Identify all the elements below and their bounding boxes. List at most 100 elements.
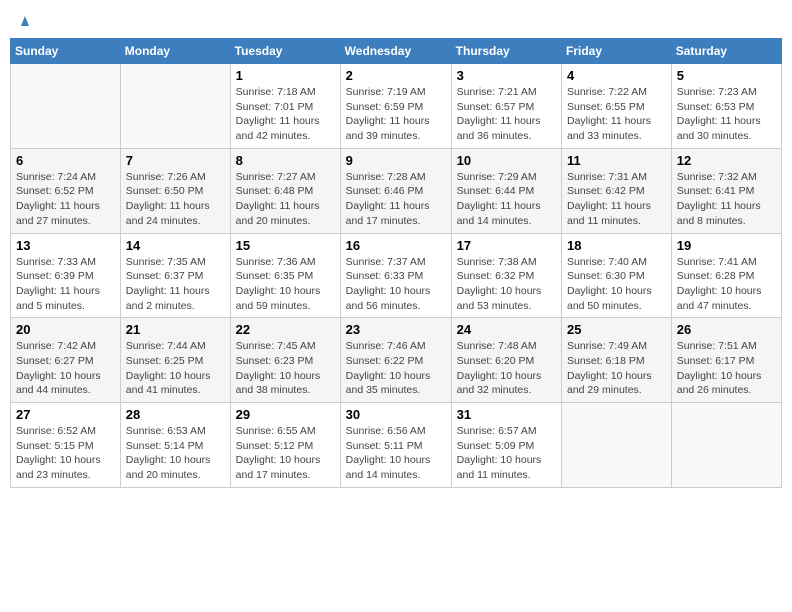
weekday-header-row: SundayMondayTuesdayWednesdayThursdayFrid… — [11, 39, 782, 64]
calendar-week-row: 13 Sunrise: 7:33 AMSunset: 6:39 PMDayligh… — [11, 233, 782, 318]
calendar-cell: 23Sunrise: 7:46 AMSunset: 6:22 PMDayligh… — [340, 318, 451, 403]
day-number: 4 — [567, 68, 666, 83]
calendar-cell: 9Sunrise: 7:28 AMSunset: 6:46 PMDaylight… — [340, 148, 451, 233]
calendar-table: SundayMondayTuesdayWednesdayThursdayFrid… — [10, 38, 782, 488]
calendar-cell: 29 Sunrise: 6:55 AMSunset: 5:12 PMDayligh… — [230, 403, 340, 488]
day-number: 27 — [16, 407, 115, 422]
day-number: 1 — [236, 68, 335, 83]
day-number: 6 — [16, 153, 115, 168]
day-info: Sunrise: 7:49 AMSunset: 6:18 PMDaylight:… — [567, 339, 666, 398]
weekday-header-sunday: Sunday — [11, 39, 121, 64]
day-number: 19 — [677, 238, 776, 253]
day-number: 16 — [346, 238, 446, 253]
calendar-cell: 5 Sunrise: 7:23 AMSunset: 6:53 PMDaylight… — [671, 64, 781, 149]
calendar-cell — [11, 64, 121, 149]
calendar-cell: 14 Sunrise: 7:35 AMSunset: 6:37 PMDayligh… — [120, 233, 230, 318]
day-number: 30 — [346, 407, 446, 422]
weekday-header-thursday: Thursday — [451, 39, 561, 64]
calendar-cell: 28 Sunrise: 6:53 AMSunset: 5:14 PMDayligh… — [120, 403, 230, 488]
day-number: 23 — [346, 322, 446, 337]
day-info: Sunrise: 7:38 AMSunset: 6:32 PMDaylight:… — [457, 255, 556, 314]
day-info: Sunrise: 7:41 AMSunset: 6:28 PMDaylight:… — [677, 255, 776, 314]
calendar-week-row: 6 Sunrise: 7:24 AMSunset: 6:52 PMDaylight… — [11, 148, 782, 233]
day-info: Sunrise: 7:37 AMSunset: 6:33 PMDaylight:… — [346, 255, 446, 314]
day-info: Sunrise: 7:24 AMSunset: 6:52 PMDaylight:… — [16, 170, 115, 229]
logo — [14, 14, 34, 30]
day-number: 11 — [567, 153, 666, 168]
day-info: Sunrise: 7:42 AMSunset: 6:27 PMDaylight:… — [16, 339, 115, 398]
day-info: Sunrise: 6:55 AMSunset: 5:12 PMDaylight:… — [236, 424, 335, 483]
calendar-cell: 21Sunrise: 7:44 AMSunset: 6:25 PMDayligh… — [120, 318, 230, 403]
weekday-header-tuesday: Tuesday — [230, 39, 340, 64]
day-info: Sunrise: 6:56 AMSunset: 5:11 PMDaylight:… — [346, 424, 446, 483]
day-number: 29 — [236, 407, 335, 422]
day-info: Sunrise: 7:21 AMSunset: 6:57 PMDaylight:… — [457, 85, 556, 144]
calendar-cell: 7 Sunrise: 7:26 AMSunset: 6:50 PMDaylight… — [120, 148, 230, 233]
calendar-cell: 20Sunrise: 7:42 AMSunset: 6:27 PMDayligh… — [11, 318, 121, 403]
day-info: Sunrise: 7:48 AMSunset: 6:20 PMDaylight:… — [457, 339, 556, 398]
logo-triangle-icon — [16, 12, 34, 30]
day-info: Sunrise: 7:36 AMSunset: 6:35 PMDaylight:… — [236, 255, 335, 314]
calendar-cell: 3Sunrise: 7:21 AMSunset: 6:57 PMDaylight… — [451, 64, 561, 149]
day-info: Sunrise: 7:23 AMSunset: 6:53 PMDaylight:… — [677, 85, 776, 144]
day-info: Sunrise: 7:35 AMSunset: 6:37 PMDaylight:… — [126, 255, 225, 314]
day-number: 22 — [236, 322, 335, 337]
day-number: 14 — [126, 238, 225, 253]
calendar-week-row: 20Sunrise: 7:42 AMSunset: 6:27 PMDayligh… — [11, 318, 782, 403]
day-info: Sunrise: 7:28 AMSunset: 6:46 PMDaylight:… — [346, 170, 446, 229]
calendar-cell: 1 Sunrise: 7:18 AMSunset: 7:01 PMDaylight… — [230, 64, 340, 149]
day-number: 31 — [457, 407, 556, 422]
calendar-cell: 18Sunrise: 7:40 AMSunset: 6:30 PMDayligh… — [562, 233, 672, 318]
day-info: Sunrise: 7:29 AMSunset: 6:44 PMDaylight:… — [457, 170, 556, 229]
day-number: 21 — [126, 322, 225, 337]
calendar-cell: 30 Sunrise: 6:56 AMSunset: 5:11 PMDayligh… — [340, 403, 451, 488]
day-number: 13 — [16, 238, 115, 253]
day-number: 17 — [457, 238, 556, 253]
day-info: Sunrise: 7:18 AMSunset: 7:01 PMDaylight:… — [236, 85, 335, 144]
day-info: Sunrise: 7:40 AMSunset: 6:30 PMDaylight:… — [567, 255, 666, 314]
weekday-header-friday: Friday — [562, 39, 672, 64]
day-info: Sunrise: 7:51 AMSunset: 6:17 PMDaylight:… — [677, 339, 776, 398]
day-number: 25 — [567, 322, 666, 337]
calendar-cell: 13 Sunrise: 7:33 AMSunset: 6:39 PMDayligh… — [11, 233, 121, 318]
calendar-cell: 24 Sunrise: 7:48 AMSunset: 6:20 PMDayligh… — [451, 318, 561, 403]
calendar-cell: 10 Sunrise: 7:29 AMSunset: 6:44 PMDayligh… — [451, 148, 561, 233]
day-info: Sunrise: 7:32 AMSunset: 6:41 PMDaylight:… — [677, 170, 776, 229]
day-info: Sunrise: 6:52 AMSunset: 5:15 PMDaylight:… — [16, 424, 115, 483]
calendar-cell: 2 Sunrise: 7:19 AMSunset: 6:59 PMDaylight… — [340, 64, 451, 149]
day-number: 10 — [457, 153, 556, 168]
calendar-cell: 17 Sunrise: 7:38 AMSunset: 6:32 PMDayligh… — [451, 233, 561, 318]
calendar-cell: 26Sunrise: 7:51 AMSunset: 6:17 PMDayligh… — [671, 318, 781, 403]
calendar-cell — [120, 64, 230, 149]
day-number: 5 — [677, 68, 776, 83]
calendar-cell: 6 Sunrise: 7:24 AMSunset: 6:52 PMDaylight… — [11, 148, 121, 233]
weekday-header-monday: Monday — [120, 39, 230, 64]
calendar-cell: 16 Sunrise: 7:37 AMSunset: 6:33 PMDayligh… — [340, 233, 451, 318]
day-info: Sunrise: 7:27 AMSunset: 6:48 PMDaylight:… — [236, 170, 335, 229]
day-info: Sunrise: 7:19 AMSunset: 6:59 PMDaylight:… — [346, 85, 446, 144]
day-info: Sunrise: 7:45 AMSunset: 6:23 PMDaylight:… — [236, 339, 335, 398]
calendar-cell: 15 Sunrise: 7:36 AMSunset: 6:35 PMDayligh… — [230, 233, 340, 318]
day-number: 24 — [457, 322, 556, 337]
calendar-week-row: 27 Sunrise: 6:52 AMSunset: 5:15 PMDayligh… — [11, 403, 782, 488]
page-header — [10, 10, 782, 30]
day-info: Sunrise: 7:26 AMSunset: 6:50 PMDaylight:… — [126, 170, 225, 229]
day-number: 15 — [236, 238, 335, 253]
day-info: Sunrise: 7:22 AMSunset: 6:55 PMDaylight:… — [567, 85, 666, 144]
calendar-cell: 25 Sunrise: 7:49 AMSunset: 6:18 PMDayligh… — [562, 318, 672, 403]
day-info: Sunrise: 7:31 AMSunset: 6:42 PMDaylight:… — [567, 170, 666, 229]
calendar-cell: 19 Sunrise: 7:41 AMSunset: 6:28 PMDayligh… — [671, 233, 781, 318]
calendar-cell — [562, 403, 672, 488]
day-number: 2 — [346, 68, 446, 83]
day-info: Sunrise: 7:33 AMSunset: 6:39 PMDaylight:… — [16, 255, 115, 314]
day-number: 7 — [126, 153, 225, 168]
day-number: 8 — [236, 153, 335, 168]
calendar-week-row: 1 Sunrise: 7:18 AMSunset: 7:01 PMDaylight… — [11, 64, 782, 149]
calendar-cell: 12 Sunrise: 7:32 AMSunset: 6:41 PMDayligh… — [671, 148, 781, 233]
calendar-header: SundayMondayTuesdayWednesdayThursdayFrid… — [11, 39, 782, 64]
calendar-body: 1 Sunrise: 7:18 AMSunset: 7:01 PMDaylight… — [11, 64, 782, 488]
day-number: 28 — [126, 407, 225, 422]
day-info: Sunrise: 6:53 AMSunset: 5:14 PMDaylight:… — [126, 424, 225, 483]
day-number: 12 — [677, 153, 776, 168]
day-info: Sunrise: 6:57 AMSunset: 5:09 PMDaylight:… — [457, 424, 556, 483]
